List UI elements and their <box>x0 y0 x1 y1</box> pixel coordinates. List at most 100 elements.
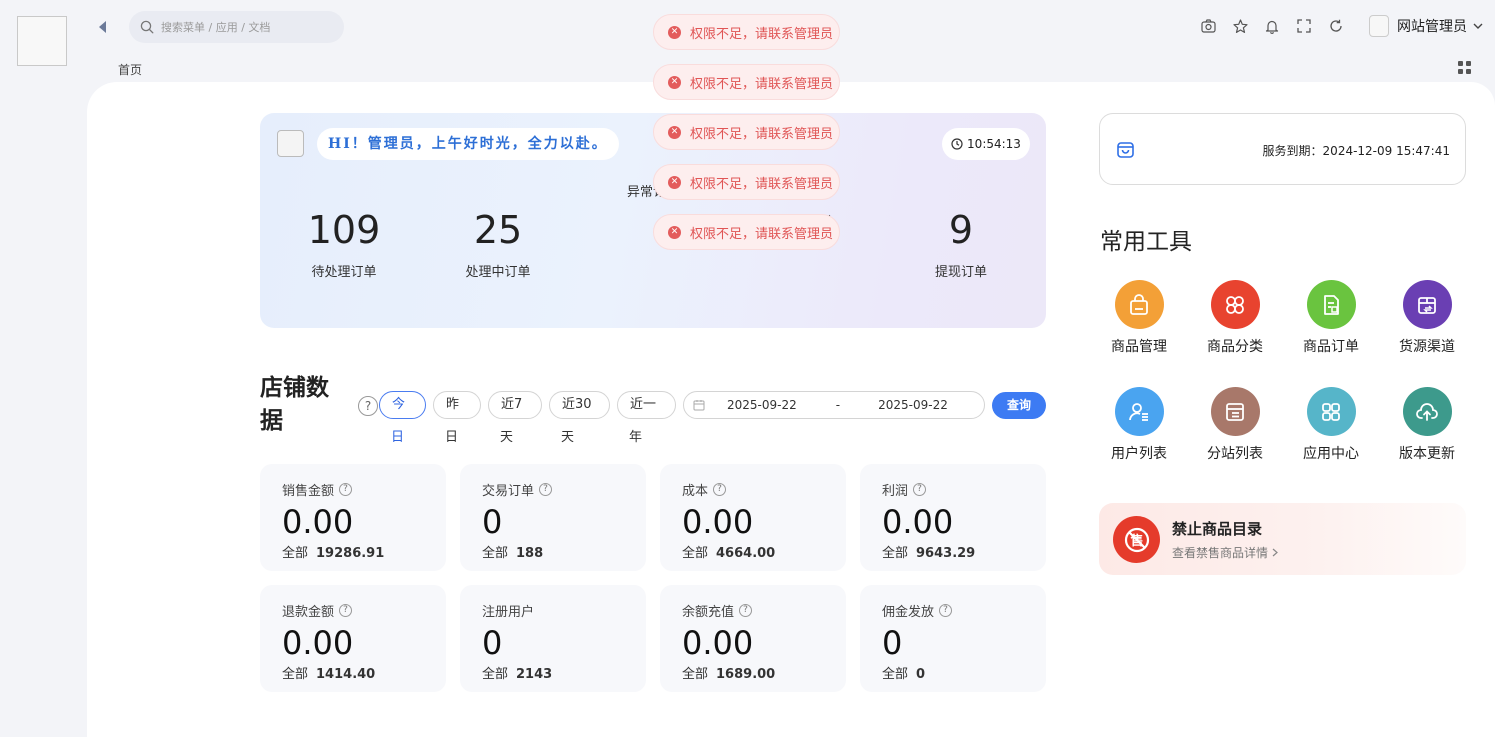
stat-value: 25 <box>473 208 523 252</box>
stat-withdraw-orders[interactable]: 9 提现订单 <box>891 205 1031 280</box>
toast-text: 权限不足，请联系管理员 <box>690 176 834 192</box>
tool-site-list[interactable]: 分站列表 <box>1195 387 1275 463</box>
end-date[interactable]: 2025-09-22 <box>878 398 948 412</box>
metric-total-value: 4664.00 <box>716 546 776 561</box>
banned-products-banner[interactable]: 售 禁止商品目录 查看禁售商品详情 <box>1099 503 1466 575</box>
error-toast: ✕ 权限不足，请联系管理员 <box>653 64 840 100</box>
stat-processing-orders[interactable]: 25 处理中订单 <box>428 205 568 280</box>
banned-subtitle-link[interactable]: 查看禁售商品详情 <box>1172 544 1278 561</box>
range-30days-button[interactable]: 近30 <box>549 391 610 419</box>
stat-label: 提现订单 <box>934 265 987 280</box>
date-range-picker[interactable]: 2025-09-22 - 2025-09-22 <box>683 391 985 419</box>
range-year-suffix[interactable]: 年 <box>629 426 642 445</box>
range-7days-suffix[interactable]: 天 <box>500 426 513 445</box>
query-button[interactable]: 查询 <box>992 392 1046 419</box>
tool-label: 商品订单 <box>1303 339 1359 355</box>
no-sale-icon: 售 <box>1113 516 1160 563</box>
user-list-icon <box>1114 387 1164 436</box>
tool-version-update[interactable]: 版本更新 <box>1387 387 1467 463</box>
bag-icon <box>1114 280 1164 329</box>
search-input[interactable] <box>161 20 331 34</box>
error-toast: ✕ 权限不足，请联系管理员 <box>653 214 840 250</box>
close-circle-icon: ✕ <box>668 75 681 89</box>
supply-icon <box>1402 280 1452 329</box>
metric-value: 0 <box>482 624 503 662</box>
avatar <box>1369 15 1389 37</box>
tool-label: 货源渠道 <box>1399 339 1455 355</box>
error-toast: ✕ 权限不足，请联系管理员 <box>653 114 840 150</box>
metric-card-registered-users: 注册用户 0 全部 2143 <box>460 585 646 692</box>
range-year-button[interactable]: 近一 <box>617 391 676 419</box>
metric-total-label: 全部 <box>282 546 309 561</box>
refresh-icon[interactable] <box>1327 16 1345 36</box>
metric-label: 利润 <box>882 484 909 499</box>
metric-card-commission: 佣金发放? 0 全部 0 <box>860 585 1046 692</box>
fullscreen-icon[interactable] <box>1295 16 1313 36</box>
stat-pending-orders[interactable]: 109 待处理订单 <box>274 205 414 280</box>
greeting-text: HI！管理员，上午好时光，全力以赴。 <box>317 128 619 160</box>
metric-card-sales: 销售金额? 0.00 全部 19286.91 <box>260 464 446 571</box>
metric-total-value: 19286.91 <box>316 546 385 561</box>
close-circle-icon: ✕ <box>668 125 681 139</box>
section-title: 店铺数据 <box>260 375 329 434</box>
metric-value: 0.00 <box>282 624 354 662</box>
help-icon[interactable]: ? <box>339 604 353 617</box>
metric-value: 0 <box>482 503 503 541</box>
tool-app-center[interactable]: 应用中心 <box>1291 387 1371 463</box>
help-icon[interactable]: ? <box>358 396 378 416</box>
range-yesterday-suffix[interactable]: 日 <box>445 426 458 445</box>
metric-total-value: 188 <box>516 546 544 561</box>
tool-product-category[interactable]: 商品分类 <box>1195 280 1275 356</box>
site-list-icon <box>1210 387 1260 436</box>
metric-total-value: 1414.40 <box>316 667 376 682</box>
help-icon[interactable]: ? <box>913 483 927 496</box>
camera-icon[interactable] <box>1199 16 1217 36</box>
clock: 10:54:13 <box>942 128 1030 160</box>
metric-label: 余额充值 <box>682 605 735 620</box>
help-icon[interactable]: ? <box>713 483 727 496</box>
tool-product-orders[interactable]: 商品订单 <box>1291 280 1371 356</box>
user-menu[interactable]: 网站管理员 <box>1369 15 1483 37</box>
metric-value: 0.00 <box>682 624 754 662</box>
search-box[interactable] <box>129 11 344 43</box>
help-icon[interactable]: ? <box>339 483 353 496</box>
metric-total-label: 全部 <box>482 546 509 561</box>
metric-label: 退款金额 <box>282 605 335 620</box>
range-yesterday-button[interactable]: 昨 <box>433 391 481 419</box>
star-icon[interactable] <box>1231 16 1249 36</box>
start-date[interactable]: 2025-09-22 <box>727 398 797 412</box>
chevron-right-icon <box>1272 548 1278 557</box>
welcome-card: HI！管理员，上午好时光，全力以赴。 10:54:13 109 待处理订单 25… <box>260 113 1046 328</box>
clock-icon <box>951 138 963 150</box>
cloud-upload-icon <box>1402 387 1452 436</box>
range-7days-button[interactable]: 近7 <box>488 391 542 419</box>
tool-user-list[interactable]: 用户列表 <box>1099 387 1179 463</box>
tool-product-management[interactable]: 商品管理 <box>1099 280 1179 356</box>
range-30days-suffix[interactable]: 天 <box>561 426 574 445</box>
layout-grid-icon[interactable] <box>1458 61 1471 74</box>
range-today-button[interactable]: 今 <box>379 391 426 419</box>
help-icon[interactable]: ? <box>739 604 753 617</box>
help-icon[interactable]: ? <box>939 604 953 617</box>
metric-value: 0.00 <box>282 503 354 541</box>
help-icon[interactable]: ? <box>539 483 553 496</box>
breadcrumb[interactable]: 首页 <box>118 61 142 78</box>
tool-label: 应用中心 <box>1303 446 1359 462</box>
metric-label: 成本 <box>682 484 709 499</box>
logo <box>17 16 67 66</box>
shop-icon <box>1117 142 1134 158</box>
tool-label: 版本更新 <box>1399 446 1455 462</box>
metric-card-refund: 退款金额? 0.00 全部 1414.40 <box>260 585 446 692</box>
service-expiry-card: 服务到期：2024-12-09 15:47:41 <box>1099 113 1466 185</box>
tool-label: 商品管理 <box>1111 339 1167 355</box>
metric-label: 交易订单 <box>482 484 535 499</box>
metric-total-value: 2143 <box>516 667 553 682</box>
metric-value: 0.00 <box>682 503 754 541</box>
collapse-sidebar-button[interactable] <box>96 19 110 35</box>
metric-total-value: 1689.00 <box>716 667 776 682</box>
metric-total-label: 全部 <box>882 546 909 561</box>
tool-supply-channels[interactable]: 货源渠道 <box>1387 280 1467 356</box>
range-today-suffix[interactable]: 日 <box>391 426 404 445</box>
bell-icon[interactable] <box>1263 16 1281 36</box>
avatar <box>277 130 304 157</box>
